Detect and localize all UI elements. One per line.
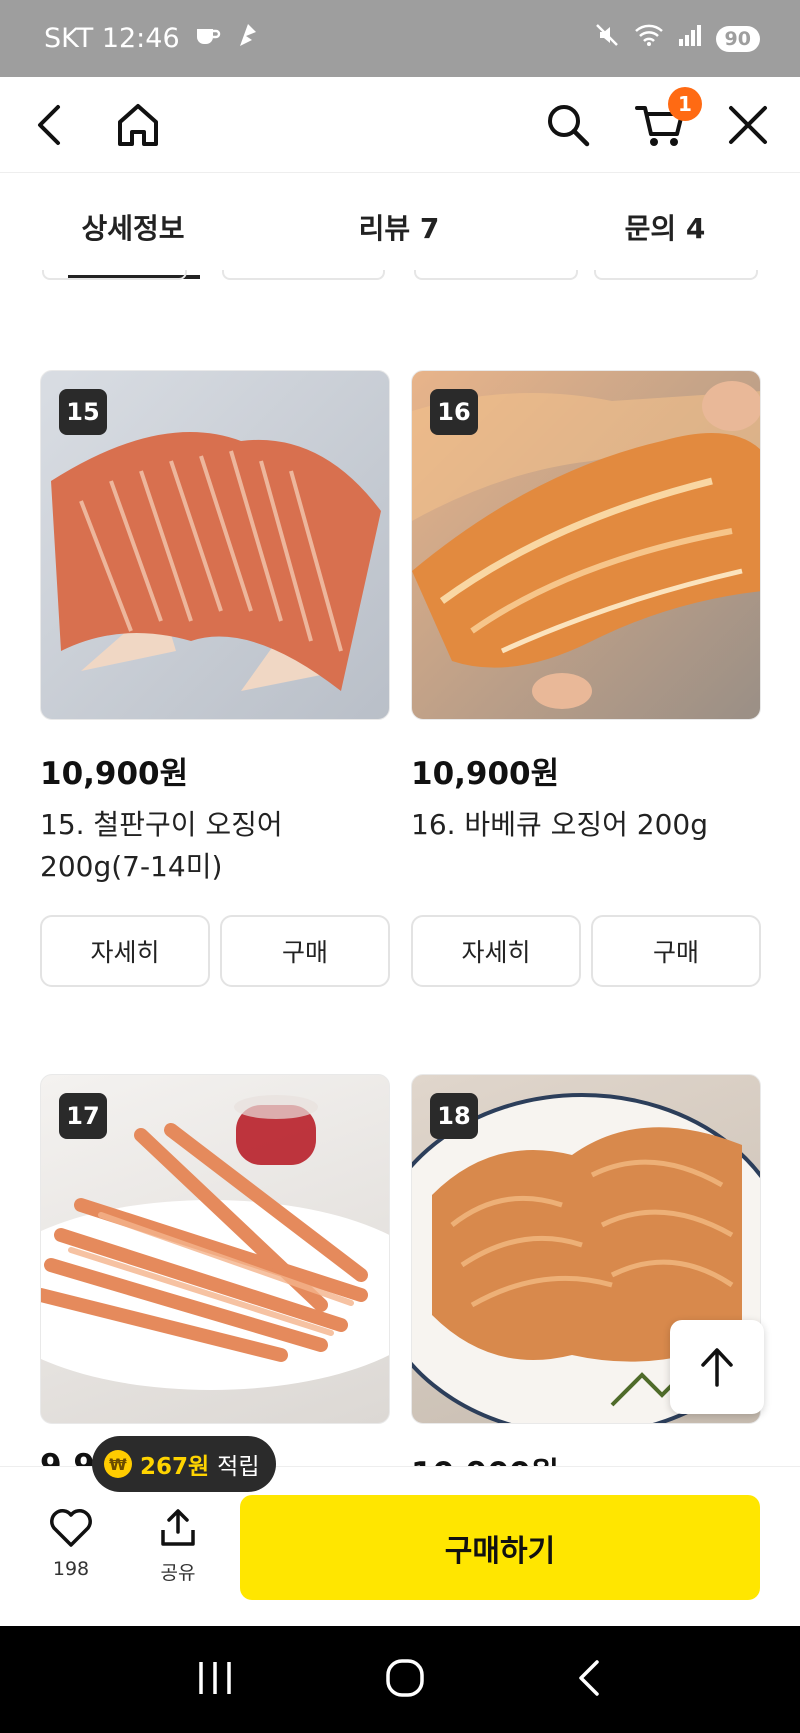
product-price: 10,900원 — [40, 756, 189, 792]
product-image[interactable]: 16 — [411, 370, 761, 720]
product-number-badge: 15 — [59, 389, 107, 435]
signal-icon — [678, 23, 702, 54]
search-icon — [548, 105, 590, 147]
product-image[interactable]: 17 — [40, 1074, 390, 1424]
product-number-badge: 16 — [430, 389, 478, 435]
product-number-badge: 18 — [430, 1093, 478, 1139]
home-button[interactable] — [112, 99, 164, 151]
search-button[interactable] — [542, 99, 594, 151]
recent-apps-button[interactable] — [195, 1660, 235, 1700]
home-system-button[interactable] — [385, 1658, 425, 1702]
system-back-button[interactable] — [575, 1658, 605, 1702]
cart-count-badge: 1 — [668, 87, 702, 121]
top-navigation: 1 — [0, 77, 800, 173]
back-button[interactable] — [24, 99, 76, 151]
home-icon — [118, 104, 158, 146]
tab-details[interactable]: 상세정보 — [0, 173, 266, 279]
points-tooltip: ₩ 267원 적립 — [92, 1436, 276, 1492]
notification-cup-icon — [194, 23, 222, 54]
product-number-badge: 17 — [59, 1093, 107, 1139]
heart-icon — [50, 1509, 92, 1547]
close-icon — [729, 106, 767, 144]
buy-now-button[interactable]: 구매하기 — [240, 1495, 760, 1600]
chevron-left-icon — [38, 105, 60, 145]
like-count: 198 — [52, 1558, 90, 1580]
tab-inquiries[interactable]: 문의 4 — [532, 173, 798, 279]
points-amount: 267원 — [140, 1454, 210, 1480]
like-button[interactable]: 198 — [26, 1508, 116, 1580]
detail-button[interactable]: 자세히 — [411, 915, 581, 987]
purchase-button[interactable]: 구매 — [591, 915, 761, 987]
product-price: 10,900원 — [411, 756, 560, 792]
system-back-icon — [579, 1659, 599, 1696]
scroll-to-top-button[interactable] — [670, 1320, 764, 1414]
coin-icon: ₩ — [104, 1450, 132, 1478]
notification-app-icon — [236, 22, 260, 55]
purchase-button[interactable]: 구매 — [220, 915, 390, 987]
points-suffix: 적립 — [217, 1454, 260, 1480]
share-icon — [161, 1509, 195, 1546]
product-image[interactable]: 15 — [40, 370, 390, 720]
product-name[interactable]: 16. 바베큐 오징어 200g — [411, 804, 761, 846]
close-button[interactable] — [722, 99, 774, 151]
recent-apps-icon — [199, 1661, 231, 1694]
share-button[interactable]: 공유 — [133, 1508, 223, 1585]
battery-indicator: 90 — [715, 25, 760, 52]
status-bar: SKT 12:46 90 — [0, 0, 800, 77]
detail-button[interactable]: 자세히 — [40, 915, 210, 987]
mute-icon — [594, 22, 620, 55]
previous-row-buttons-edge — [0, 270, 800, 282]
arrow-up-icon — [701, 1348, 733, 1387]
carrier-time: SKT 12:46 — [44, 23, 180, 54]
home-circle-icon — [386, 1658, 424, 1697]
product-name[interactable]: 15. 철판구이 오징어 200g(7-14미) — [40, 804, 390, 888]
system-navigation-bar — [0, 1626, 800, 1733]
tab-reviews[interactable]: 리뷰 7 — [266, 173, 532, 279]
wifi-icon — [634, 23, 664, 54]
share-label: 공유 — [160, 1562, 196, 1584]
detail-tabs: 상세정보 리뷰 7 문의 4 — [0, 173, 800, 279]
cart-button[interactable]: 1 — [634, 87, 702, 151]
